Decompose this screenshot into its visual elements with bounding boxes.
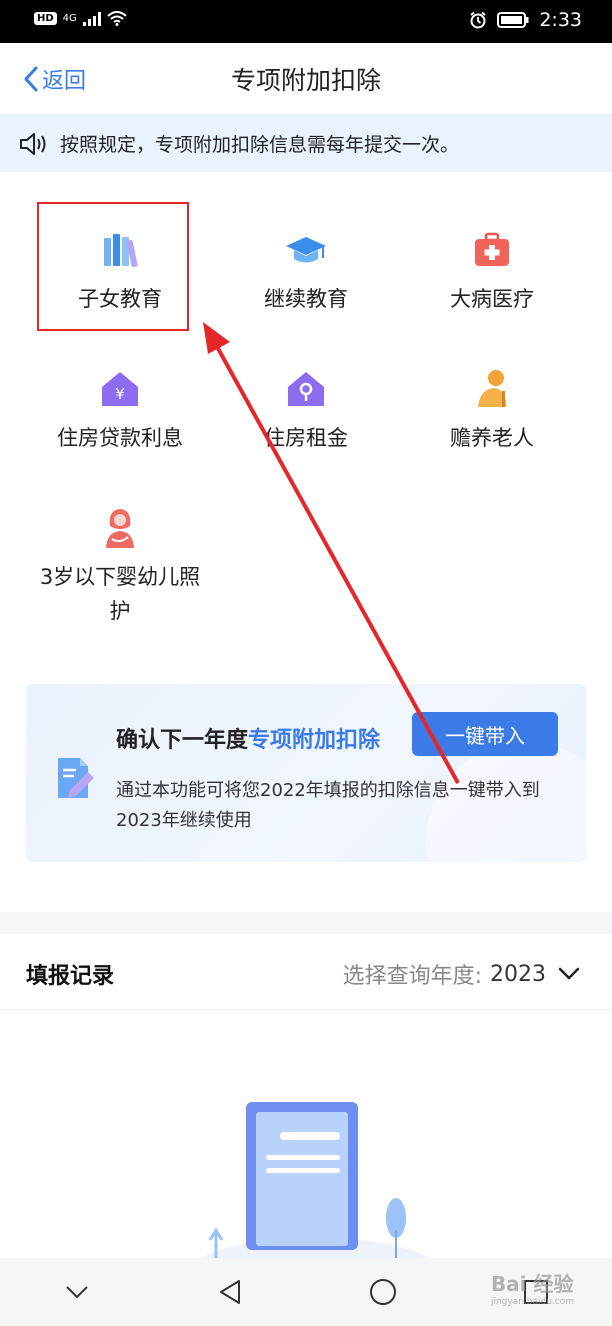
banner-title-prefix: 确认下一年度 (116, 728, 249, 753)
medical-kit-icon (475, 232, 509, 266)
signal-icon (82, 11, 101, 26)
category-elderly-support[interactable]: 赡养老人 (402, 367, 582, 455)
mother-baby-icon (106, 509, 134, 548)
banner-title: 确认下一年度专项附加扣除 (116, 722, 380, 754)
speaker-icon (20, 132, 46, 155)
home-nav-button[interactable] (353, 1262, 413, 1322)
svg-text:¥: ¥ (115, 385, 125, 403)
wifi-icon (107, 11, 127, 26)
page-title: 专项附加扣除 (230, 66, 381, 95)
notice-banner: 按照规定，专项附加扣除信息需每年提交一次。 (0, 115, 612, 172)
clock: 2:33 (539, 9, 582, 31)
category-serious-illness[interactable]: 大病医疗 (402, 228, 582, 316)
notice-text: 按照规定，专项附加扣除信息需每年提交一次。 (60, 134, 460, 156)
alarm-icon (470, 11, 486, 29)
year-selector[interactable]: 选择查询年度: 2023 (343, 958, 580, 990)
graduation-cap-icon (286, 237, 326, 263)
chevron-down-icon (65, 1286, 88, 1299)
category-housing-rent[interactable]: 住房租金 (216, 367, 396, 455)
empty-records-illustration (200, 1102, 430, 1260)
category-housing-loan-interest[interactable]: ¥ 住房贷款利息 (30, 367, 210, 455)
back-nav-button[interactable] (200, 1262, 260, 1322)
category-label: 3岁以下婴幼儿照 (39, 565, 201, 589)
house-yen-icon: ¥ (102, 372, 138, 406)
hide-keyboard-button[interactable] (47, 1262, 107, 1322)
network-type: 4G (62, 13, 77, 24)
category-label: 住房贷款利息 (57, 426, 183, 450)
year-selector-label: 选择查询年度: (342, 964, 482, 989)
category-continuing-education[interactable]: 继续教育 (216, 228, 396, 316)
edit-document-icon (58, 758, 94, 798)
watermark: Bai 经验 jingyan.baidu.com (491, 1268, 574, 1307)
records-title: 填报记录 (26, 964, 115, 989)
hd-badge: HD (34, 12, 57, 25)
category-label: 住房租金 (264, 426, 348, 450)
battery-icon (497, 12, 529, 28)
category-label: 赡养老人 (450, 426, 534, 450)
carry-forward-banner: 确认下一年度专项附加扣除 一键带入 通过本功能可将您2022年填报的扣除信息一键… (26, 684, 586, 862)
status-bar: HD 4G 2:33 (0, 0, 612, 43)
chevron-down-icon (558, 967, 580, 980)
highlight-box (37, 202, 189, 331)
banner-title-highlight: 专项附加扣除 (248, 728, 381, 753)
records-header: 填报记录 选择查询年度: 2023 (0, 934, 612, 1010)
watermark-sub: jingyan.baidu.com (490, 1297, 574, 1307)
category-label: 大病医疗 (450, 287, 534, 311)
nav-bar: 返回 专项附加扣除 (0, 43, 612, 115)
category-label: 继续教育 (264, 287, 348, 311)
banner-description: 通过本功能可将您2022年填报的扣除信息一键带入到2023年继续使用 (116, 780, 540, 831)
category-label-line2: 护 (109, 599, 131, 623)
year-selector-value: 2023 (490, 961, 546, 987)
watermark-text: Bai 经验 (490, 1272, 574, 1296)
house-key-icon (288, 372, 324, 406)
status-left: HD 4G (34, 11, 127, 26)
category-infant-care[interactable]: 3岁以下婴幼儿照 护 (30, 506, 210, 628)
section-divider (0, 912, 612, 934)
elderly-person-icon (478, 370, 506, 407)
triangle-back-icon (219, 1280, 240, 1304)
one-click-import-button[interactable]: 一键带入 (412, 712, 558, 756)
status-right: 2:33 (469, 9, 582, 31)
circle-home-icon (369, 1279, 396, 1305)
